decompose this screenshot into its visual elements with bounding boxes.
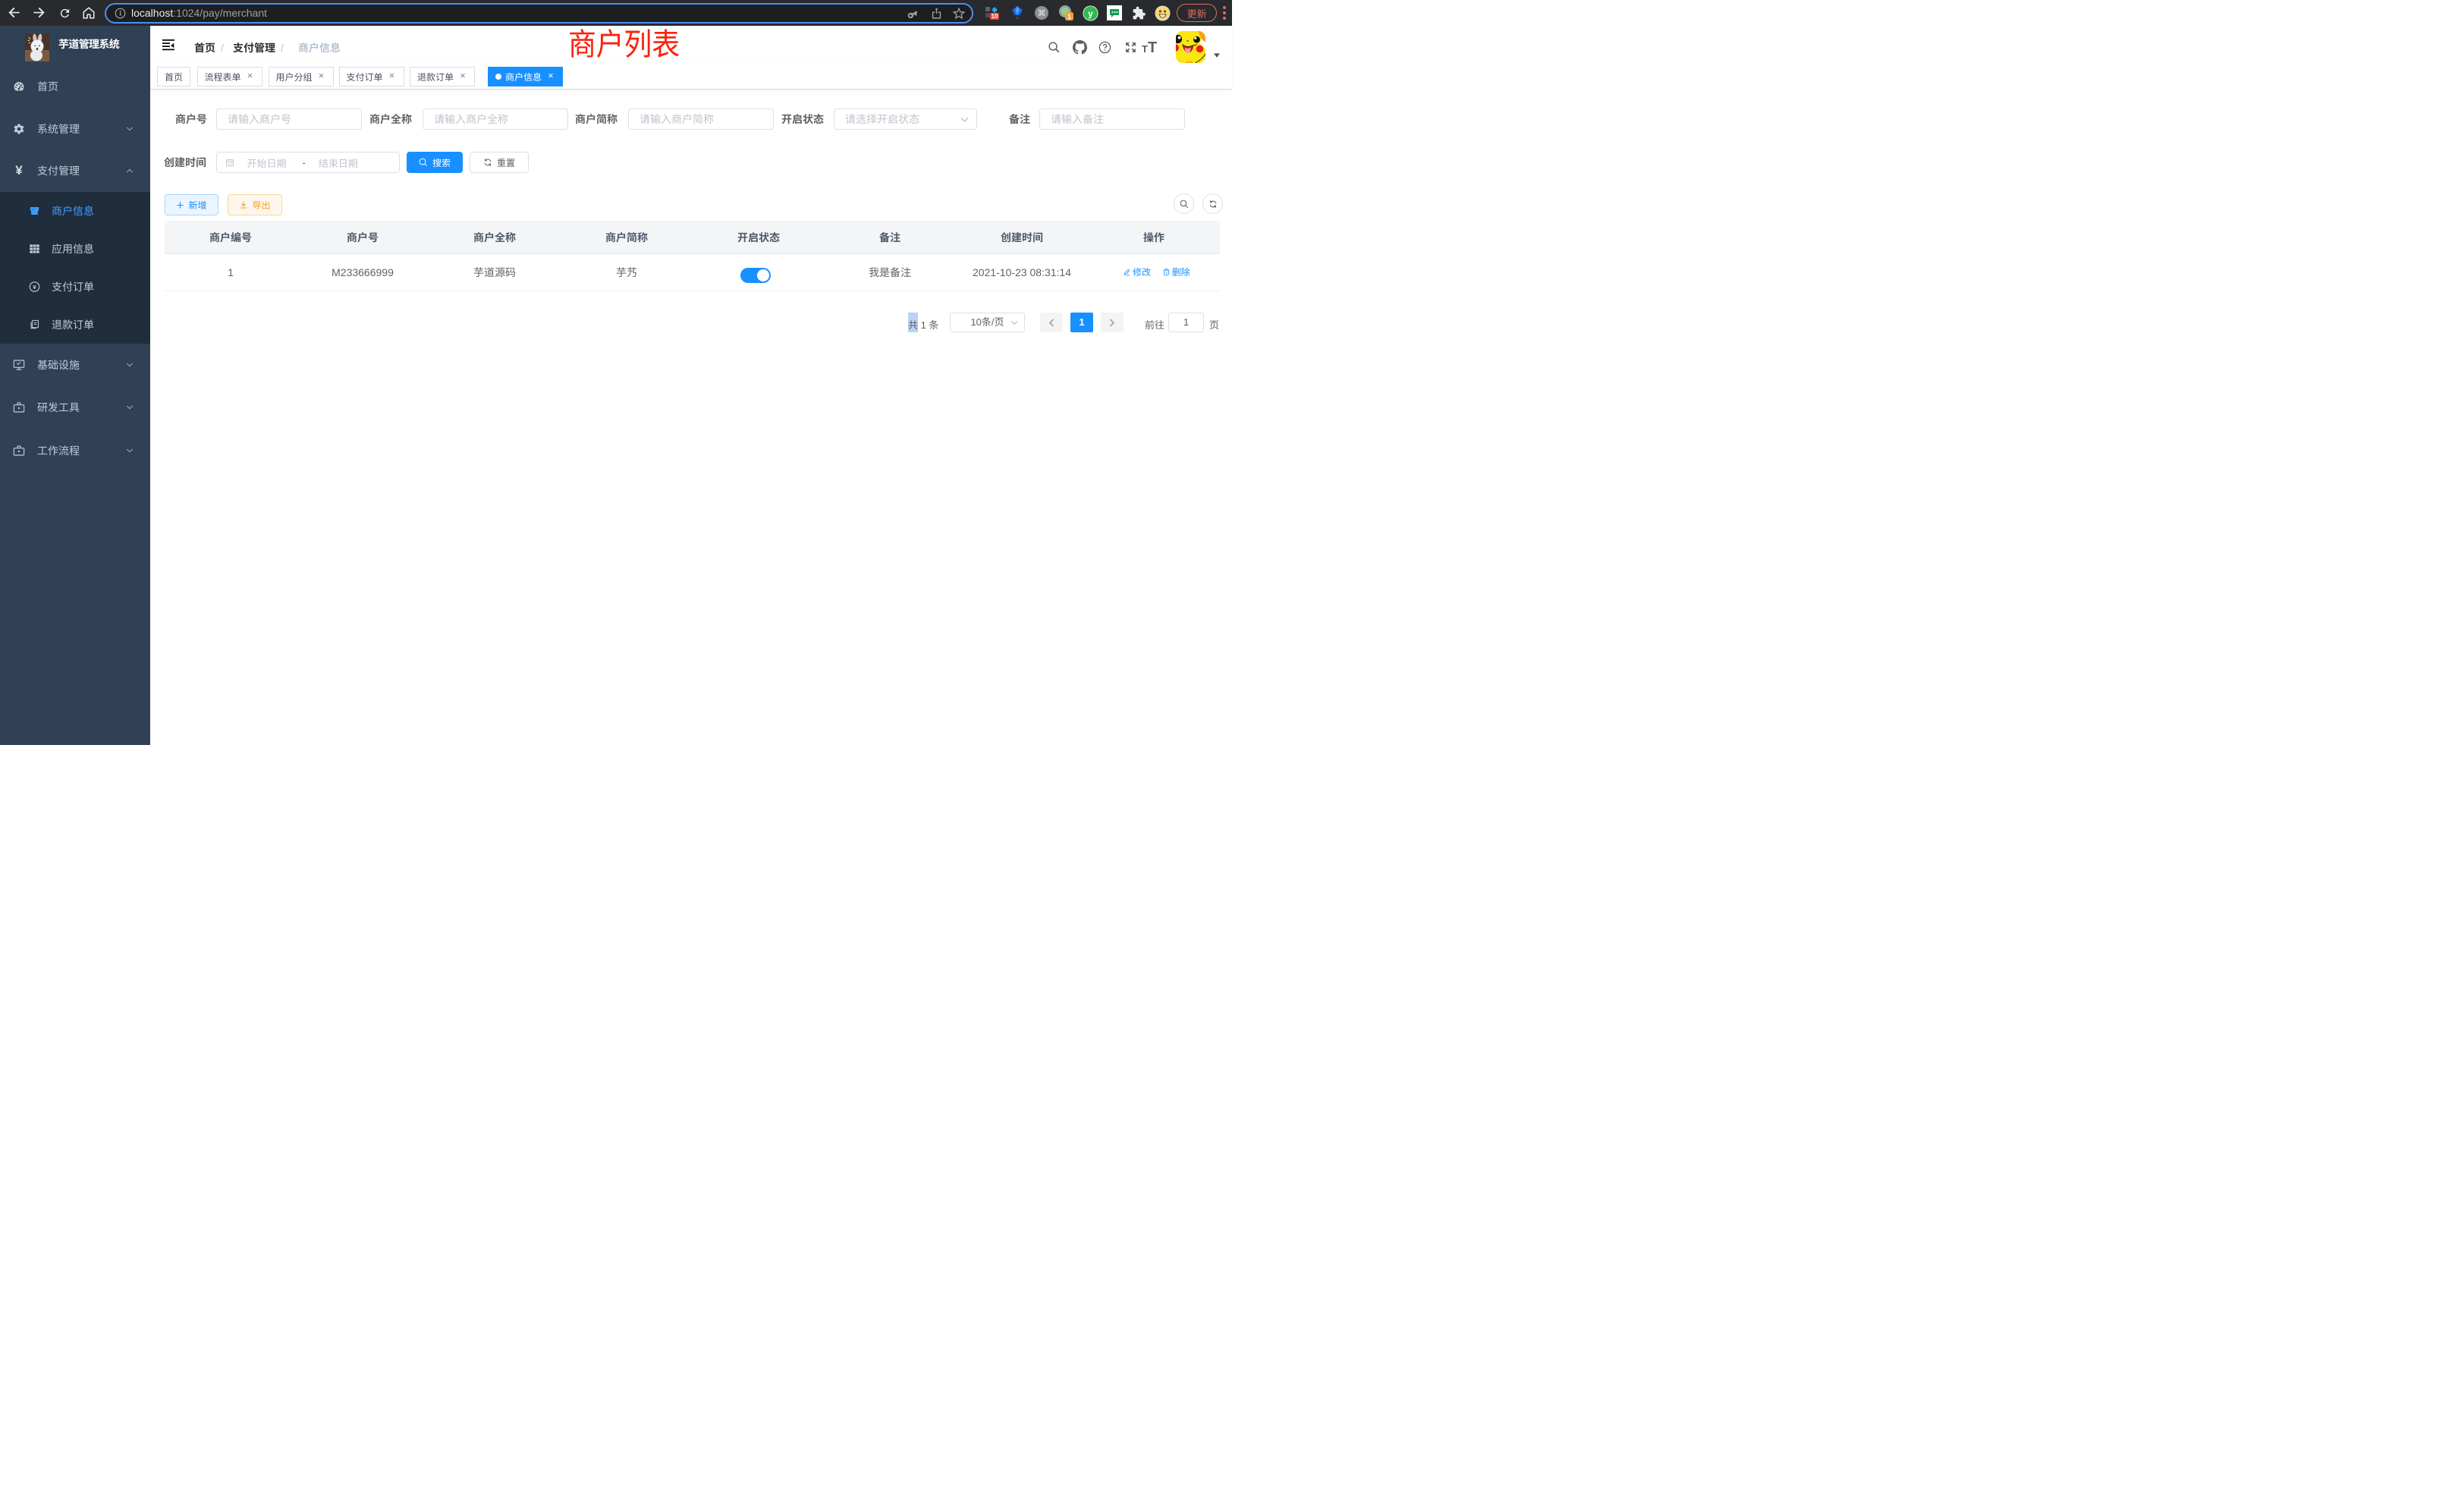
svg-text:⌘: ⌘: [1038, 9, 1046, 18]
svg-text:¥: ¥: [33, 284, 36, 291]
svg-text:10: 10: [992, 13, 998, 20]
svg-text:y: y: [1088, 8, 1093, 19]
svg-text:1: 1: [1067, 13, 1071, 20]
